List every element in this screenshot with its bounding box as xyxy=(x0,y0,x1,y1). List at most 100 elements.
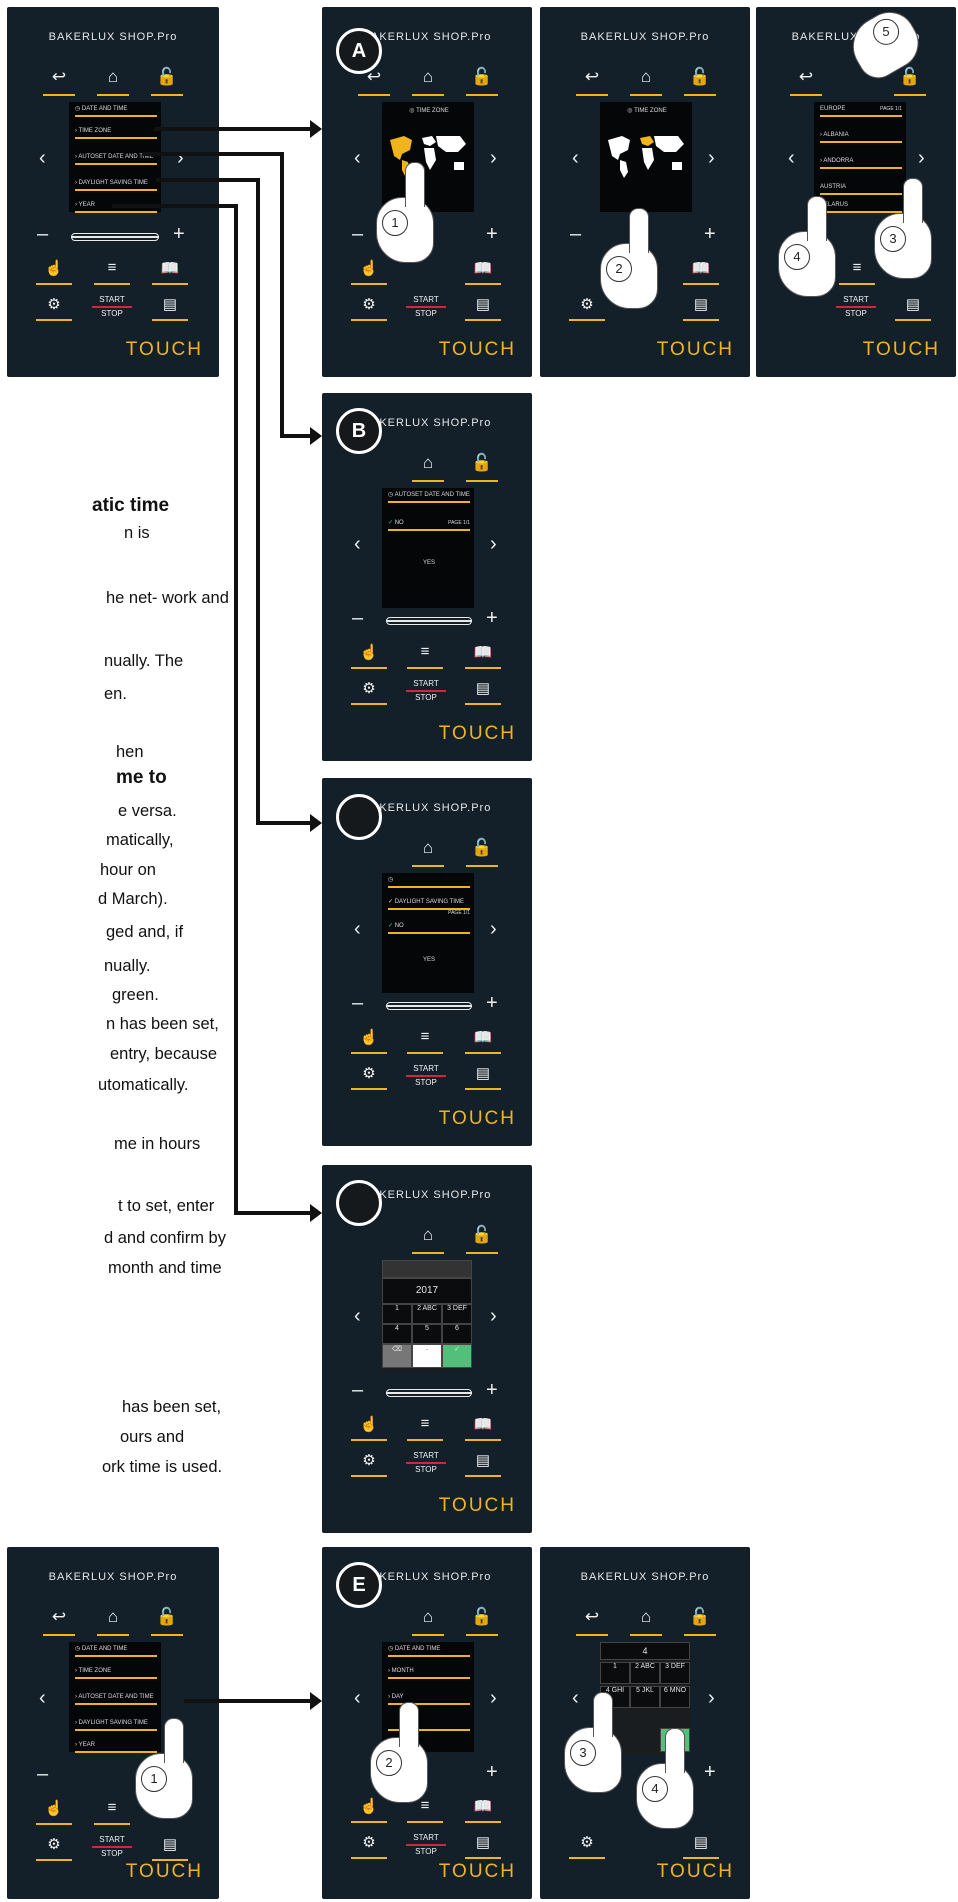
book-icon[interactable]: 📖 xyxy=(465,259,501,285)
key-6[interactable]: 6 xyxy=(442,1324,472,1344)
book-icon[interactable]: 📖 xyxy=(465,1415,501,1441)
plus-button[interactable]: + xyxy=(486,992,498,1015)
list-item[interactable]: BELARUS xyxy=(820,200,902,213)
next-arrow[interactable]: › xyxy=(708,147,715,170)
next-arrow[interactable]: › xyxy=(490,1687,497,1710)
start-stop-button[interactable]: START STOP xyxy=(92,295,132,319)
unlock-icon[interactable]: 🔓 xyxy=(466,1225,498,1254)
save-icon[interactable]: ▤ xyxy=(683,295,719,321)
settings-icon[interactable]: ⚙ xyxy=(351,679,387,705)
confirm-key[interactable]: ✓ xyxy=(442,1344,472,1368)
key-1[interactable]: 1 xyxy=(600,1662,630,1684)
menu-item-daylight[interactable]: › DAYLIGHT SAVING TIME xyxy=(75,1718,157,1731)
book-icon[interactable]: 📖 xyxy=(465,1028,501,1054)
settings-icon[interactable]: ⚙ xyxy=(569,1833,605,1859)
unlock-icon[interactable]: 🔓 xyxy=(684,67,716,96)
hand-icon[interactable]: ☝ xyxy=(351,1415,387,1441)
hand-icon[interactable]: ☝ xyxy=(36,259,72,285)
settings-icon[interactable]: ⚙ xyxy=(351,1451,387,1477)
prev-arrow[interactable]: ‹ xyxy=(39,1687,46,1710)
next-arrow[interactable]: › xyxy=(177,147,184,170)
unlock-icon[interactable]: 🔓 xyxy=(684,1607,716,1636)
minus-button[interactable]: – xyxy=(37,1763,48,1786)
unlock-icon[interactable]: 🔓 xyxy=(466,453,498,482)
menu-icon[interactable]: ≡ xyxy=(94,1799,130,1825)
slider[interactable] xyxy=(71,233,159,241)
next-arrow[interactable]: › xyxy=(490,147,497,170)
key-2[interactable]: 2 ABC xyxy=(630,1662,660,1684)
backspace-key[interactable]: ⌫ xyxy=(382,1344,412,1368)
plus-button[interactable]: + xyxy=(173,223,185,246)
home-icon[interactable]: ⌂ xyxy=(412,67,444,96)
prev-arrow[interactable]: ‹ xyxy=(354,1687,361,1710)
start-stop-button[interactable]: START STOP xyxy=(406,679,446,703)
next-arrow[interactable]: › xyxy=(918,147,925,170)
minus-button[interactable]: – xyxy=(352,607,363,630)
unlock-icon[interactable]: 🔓 xyxy=(466,67,498,96)
settings-icon[interactable]: ⚙ xyxy=(351,1064,387,1090)
prev-arrow[interactable]: ‹ xyxy=(788,147,795,170)
home-icon[interactable]: ⌂ xyxy=(412,1225,444,1254)
unlock-icon[interactable]: 🔓 xyxy=(151,1607,183,1636)
save-icon[interactable]: ▤ xyxy=(465,1451,501,1477)
key-2[interactable]: 2 ABC xyxy=(412,1304,442,1324)
menu-icon[interactable]: ≡ xyxy=(839,259,875,285)
home-icon[interactable]: ⌂ xyxy=(412,838,444,867)
start-stop-button[interactable]: START STOP xyxy=(406,1064,446,1088)
next-arrow[interactable]: › xyxy=(708,1687,715,1710)
start-stop-button[interactable]: START STOP xyxy=(92,1835,132,1859)
world-map[interactable] xyxy=(606,130,686,180)
prev-arrow[interactable]: ‹ xyxy=(354,1305,361,1328)
book-icon[interactable]: 📖 xyxy=(465,1797,501,1823)
settings-icon[interactable]: ⚙ xyxy=(351,295,387,321)
plus-button[interactable]: + xyxy=(486,1379,498,1402)
back-icon[interactable]: ↩ xyxy=(43,67,75,96)
home-icon[interactable]: ⌂ xyxy=(412,1607,444,1636)
prev-arrow[interactable]: ‹ xyxy=(572,147,579,170)
menu-item-day[interactable]: › DAY xyxy=(388,1692,470,1705)
book-icon[interactable]: 📖 xyxy=(683,259,719,285)
save-icon[interactable]: ▤ xyxy=(465,295,501,321)
settings-icon[interactable]: ⚙ xyxy=(36,295,72,321)
menu-item-time-zone[interactable]: › TIME ZONE xyxy=(75,126,157,139)
menu-item-autoset[interactable]: › AUTOSET DATE AND TIME xyxy=(75,1692,157,1705)
unlock-icon[interactable]: 🔓 xyxy=(466,1607,498,1636)
key-6[interactable]: 6 MNO xyxy=(660,1686,690,1708)
settings-icon[interactable]: ⚙ xyxy=(569,295,605,321)
back-icon[interactable]: ↩ xyxy=(43,1607,75,1636)
menu-icon[interactable]: ≡ xyxy=(407,1028,443,1054)
save-icon[interactable]: ▤ xyxy=(152,295,188,321)
save-icon[interactable]: ▤ xyxy=(152,1835,188,1861)
settings-icon[interactable]: ⚙ xyxy=(36,1835,72,1861)
key-5[interactable]: 5 JKL xyxy=(630,1686,660,1708)
unlock-icon[interactable]: 🔓 xyxy=(151,67,183,96)
slider[interactable] xyxy=(386,1389,472,1397)
menu-item-month[interactable]: › MONTH xyxy=(388,1666,470,1679)
slider[interactable] xyxy=(386,1002,472,1010)
save-icon[interactable]: ▤ xyxy=(895,295,931,321)
key-1[interactable]: 1 xyxy=(382,1304,412,1324)
option-yes[interactable]: YES xyxy=(388,558,470,569)
option-yes[interactable]: YES xyxy=(388,955,470,966)
list-item[interactable]: AUSTRIA xyxy=(820,182,902,195)
next-arrow[interactable]: › xyxy=(490,918,497,941)
key-3[interactable]: 3 DEF xyxy=(660,1662,690,1684)
minus-button[interactable]: – xyxy=(352,992,363,1015)
save-icon[interactable]: ▤ xyxy=(465,1064,501,1090)
book-icon[interactable]: 📖 xyxy=(152,259,188,285)
start-stop-button[interactable]: START STOP xyxy=(406,295,446,319)
prev-arrow[interactable]: ‹ xyxy=(354,147,361,170)
prev-arrow[interactable]: ‹ xyxy=(354,918,361,941)
minus-button[interactable]: – xyxy=(570,223,581,246)
hand-icon[interactable]: ☝ xyxy=(351,1028,387,1054)
save-icon[interactable]: ▤ xyxy=(465,679,501,705)
list-item[interactable]: › ANDORRA xyxy=(820,156,902,169)
unlock-icon[interactable]: 🔓 xyxy=(466,838,498,867)
back-icon[interactable]: ↩ xyxy=(576,1607,608,1636)
plus-button[interactable]: + xyxy=(486,1761,498,1784)
next-arrow[interactable]: › xyxy=(490,1305,497,1328)
plus-button[interactable]: + xyxy=(704,1761,716,1784)
home-icon[interactable]: ⌂ xyxy=(630,1607,662,1636)
menu-icon[interactable]: ≡ xyxy=(407,1415,443,1441)
key-3[interactable]: 3 DEF xyxy=(442,1304,472,1324)
